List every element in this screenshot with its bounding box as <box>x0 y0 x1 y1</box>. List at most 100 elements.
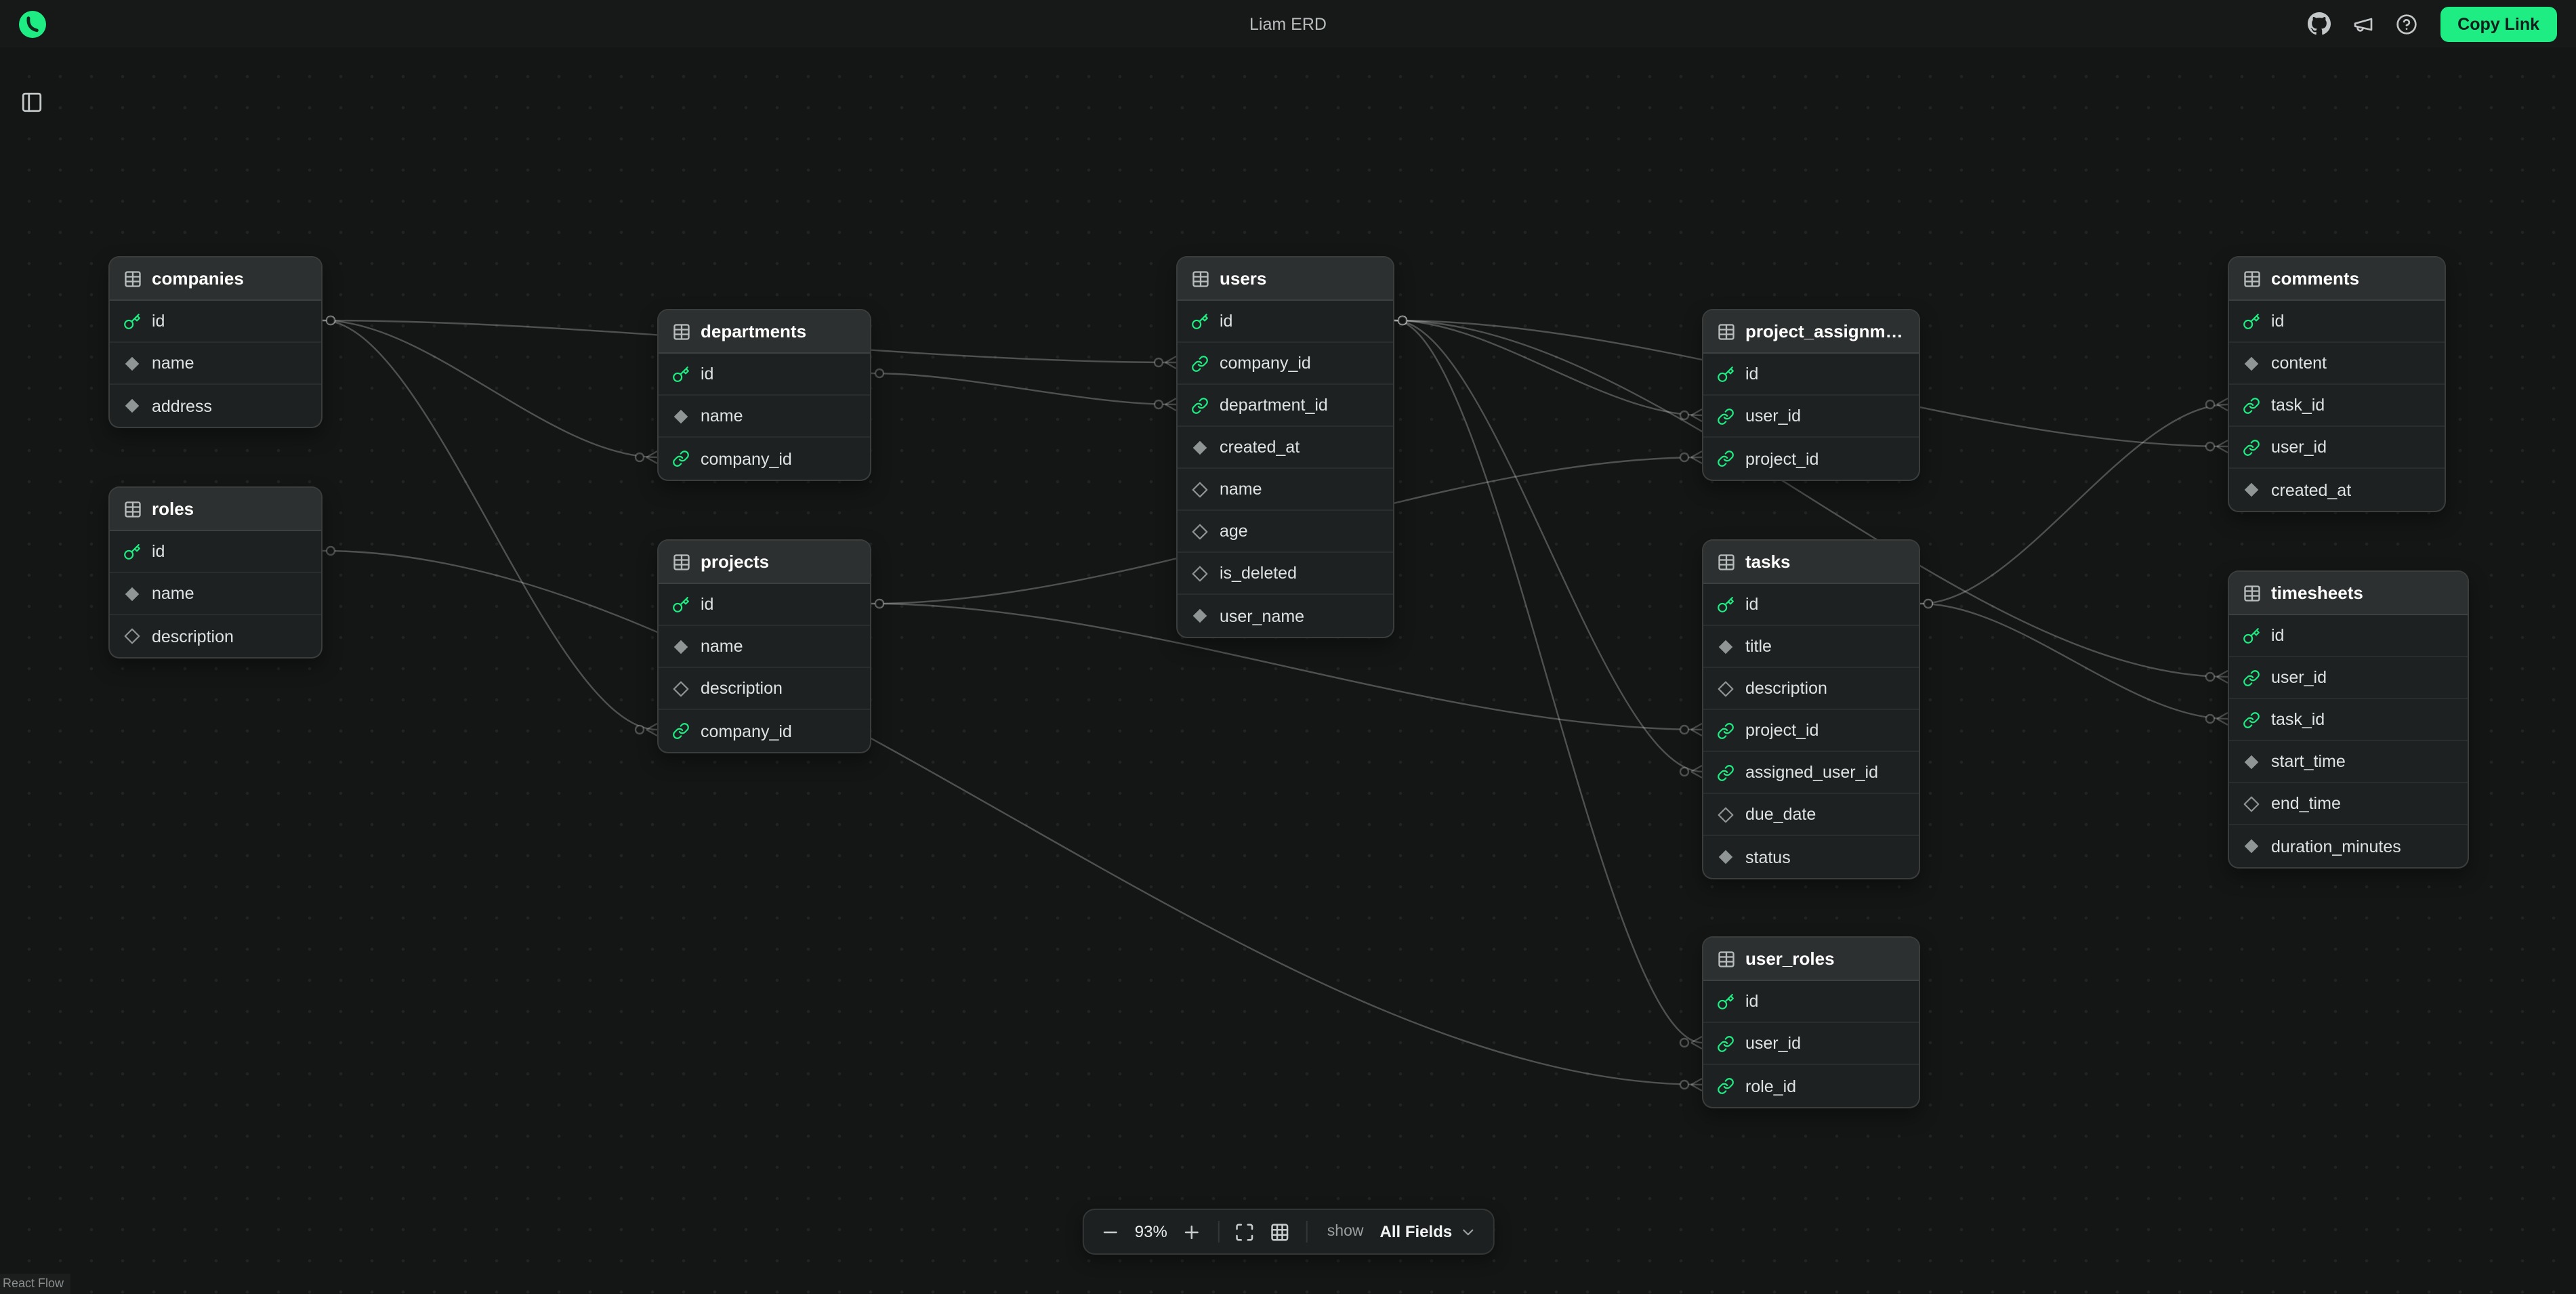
column-row-users-age[interactable]: age <box>1178 511 1393 553</box>
column-row-users-name[interactable]: name <box>1178 469 1393 511</box>
column-name: id <box>2271 626 2284 645</box>
column-row-user_roles-role_id[interactable]: role_id <box>1703 1065 1919 1107</box>
table-header[interactable]: timesheets <box>2229 572 2468 615</box>
zoom-out-icon[interactable] <box>1094 1215 1127 1248</box>
toolbar-divider <box>1218 1221 1219 1243</box>
table-header[interactable]: departments <box>659 310 870 354</box>
column-row-comments-created_at[interactable]: created_at <box>2229 469 2445 511</box>
column-row-user_roles-user_id[interactable]: user_id <box>1703 1023 1919 1065</box>
column-row-tasks-assigned_user_id[interactable]: assigned_user_id <box>1703 752 1919 794</box>
column-row-users-user_name[interactable]: user_name <box>1178 595 1393 637</box>
column-row-users-created_at[interactable]: created_at <box>1178 427 1393 469</box>
column-row-user_roles-id[interactable]: id <box>1703 981 1919 1023</box>
table-header[interactable]: tasks <box>1703 541 1919 584</box>
column-row-users-company_id[interactable]: company_id <box>1178 343 1393 385</box>
column-row-roles-description[interactable]: description <box>110 615 321 657</box>
table-name: comments <box>2271 268 2359 289</box>
column-row-comments-user_id[interactable]: user_id <box>2229 427 2445 469</box>
table-icon <box>672 552 691 571</box>
column-row-timesheets-duration_minutes[interactable]: duration_minutes <box>2229 825 2468 867</box>
table-node-project_assignments[interactable]: project_assignmentsiduser_idproject_id <box>1702 309 1920 481</box>
column-row-projects-name[interactable]: name <box>659 626 870 668</box>
column-row-tasks-project_id[interactable]: project_id <box>1703 710 1919 752</box>
help-icon[interactable] <box>2388 6 2424 41</box>
diamond-icon <box>672 638 690 655</box>
column-row-users-department_id[interactable]: department_id <box>1178 385 1393 427</box>
column-row-project_assignments-id[interactable]: id <box>1703 354 1919 396</box>
column-row-tasks-status[interactable]: status <box>1703 836 1919 878</box>
table-header[interactable]: roles <box>110 488 321 531</box>
table-node-user_roles[interactable]: user_rolesiduser_idrole_id <box>1702 936 1920 1108</box>
table-node-companies[interactable]: companiesidnameaddress <box>108 256 323 428</box>
column-name: department_id <box>1220 396 1328 415</box>
zoom-in-icon[interactable] <box>1176 1215 1208 1248</box>
column-row-tasks-title[interactable]: title <box>1703 626 1919 668</box>
column-name: description <box>701 679 783 698</box>
show-label: show <box>1327 1224 1364 1240</box>
table-node-comments[interactable]: comments idcontenttask_iduser_idcreated_a… <box>2228 256 2446 512</box>
table-header[interactable]: user_roles <box>1703 938 1919 981</box>
column-row-project_assignments-project_id[interactable]: project_id <box>1703 438 1919 480</box>
diamond-outline-icon <box>1191 480 1209 498</box>
column-row-comments-task_id[interactable]: task_id <box>2229 385 2445 427</box>
github-icon[interactable] <box>2302 6 2337 41</box>
column-row-roles-id[interactable]: id <box>110 531 321 573</box>
app-header: Liam ERD Copy Link <box>0 0 2576 47</box>
column-row-tasks-due_date[interactable]: due_date <box>1703 794 1919 836</box>
primary-key-icon <box>123 312 141 330</box>
table-header[interactable]: project_assignments <box>1703 310 1919 354</box>
table-header[interactable]: users <box>1178 257 1393 301</box>
column-row-companies-address[interactable]: address <box>110 385 321 427</box>
column-row-timesheets-start_time[interactable]: start_time <box>2229 741 2468 783</box>
table-node-users[interactable]: usersidcompany_id department_id created_at… <box>1176 256 1394 638</box>
toolbar-divider <box>1306 1221 1307 1243</box>
liam-logo-icon[interactable] <box>19 10 46 37</box>
table-node-projects[interactable]: projectsidname description company_id <box>657 539 871 753</box>
column-row-tasks-id[interactable]: id <box>1703 584 1919 626</box>
column-row-companies-id[interactable]: id <box>110 301 321 343</box>
column-name: is_deleted <box>1220 564 1297 583</box>
table-name: tasks <box>1745 551 1791 572</box>
column-row-projects-description[interactable]: description <box>659 668 870 710</box>
diamond-outline-icon <box>672 680 690 697</box>
column-row-comments-id[interactable]: id <box>2229 301 2445 343</box>
table-header[interactable]: comments <box>2229 257 2445 301</box>
column-name: project_id <box>1745 721 1819 740</box>
primary-key-icon <box>2243 312 2260 330</box>
table-node-roles[interactable]: roles id name description <box>108 486 323 659</box>
foreign-key-link-icon <box>1717 407 1734 425</box>
column-row-timesheets-user_id[interactable]: user_id <box>2229 657 2468 699</box>
column-row-projects-company_id[interactable]: company_id <box>659 710 870 752</box>
column-row-comments-content[interactable]: content <box>2229 343 2445 385</box>
fit-view-icon[interactable] <box>1228 1215 1261 1248</box>
copy-link-button[interactable]: Copy Link <box>2440 6 2557 41</box>
column-row-departments-company_id[interactable]: company_id <box>659 438 870 480</box>
column-row-projects-id[interactable]: id <box>659 584 870 626</box>
table-header[interactable]: companies <box>110 257 321 301</box>
table-node-tasks[interactable]: tasks idtitledescription project_idassigne… <box>1702 539 1920 879</box>
table-name: project_assignments <box>1745 321 1905 341</box>
column-row-timesheets-task_id[interactable]: task_id <box>2229 699 2468 741</box>
column-row-tasks-description[interactable]: description <box>1703 668 1919 710</box>
column-row-departments-name[interactable]: name <box>659 396 870 438</box>
table-header[interactable]: projects <box>659 541 870 584</box>
table-node-departments[interactable]: departmentsidnamecompany_id <box>657 309 871 481</box>
show-mode-select[interactable]: All Fields <box>1375 1217 1482 1247</box>
diamond-icon <box>123 397 141 415</box>
foreign-key-link-icon <box>2243 438 2260 456</box>
column-row-companies-name[interactable]: name <box>110 343 321 385</box>
table-node-timesheets[interactable]: timesheets id user_idtask_idstart_timeend_… <box>2228 570 2469 869</box>
column-row-departments-id[interactable]: id <box>659 354 870 396</box>
column-name: id <box>152 542 165 561</box>
column-row-users-id[interactable]: id <box>1178 301 1393 343</box>
column-row-timesheets-end_time[interactable]: end_time <box>2229 783 2468 825</box>
tidy-up-grid-icon[interactable] <box>1264 1215 1296 1248</box>
megaphone-icon[interactable] <box>2345 6 2380 41</box>
panel-left-toggle-icon[interactable] <box>14 84 49 119</box>
column-name: name <box>152 584 194 603</box>
column-row-timesheets-id[interactable]: id <box>2229 615 2468 657</box>
column-row-project_assignments-user_id[interactable]: user_id <box>1703 396 1919 438</box>
column-row-users-is_deleted[interactable]: is_deleted <box>1178 553 1393 595</box>
column-row-roles-name[interactable]: name <box>110 573 321 615</box>
erd-canvas[interactable] <box>0 47 2576 1294</box>
